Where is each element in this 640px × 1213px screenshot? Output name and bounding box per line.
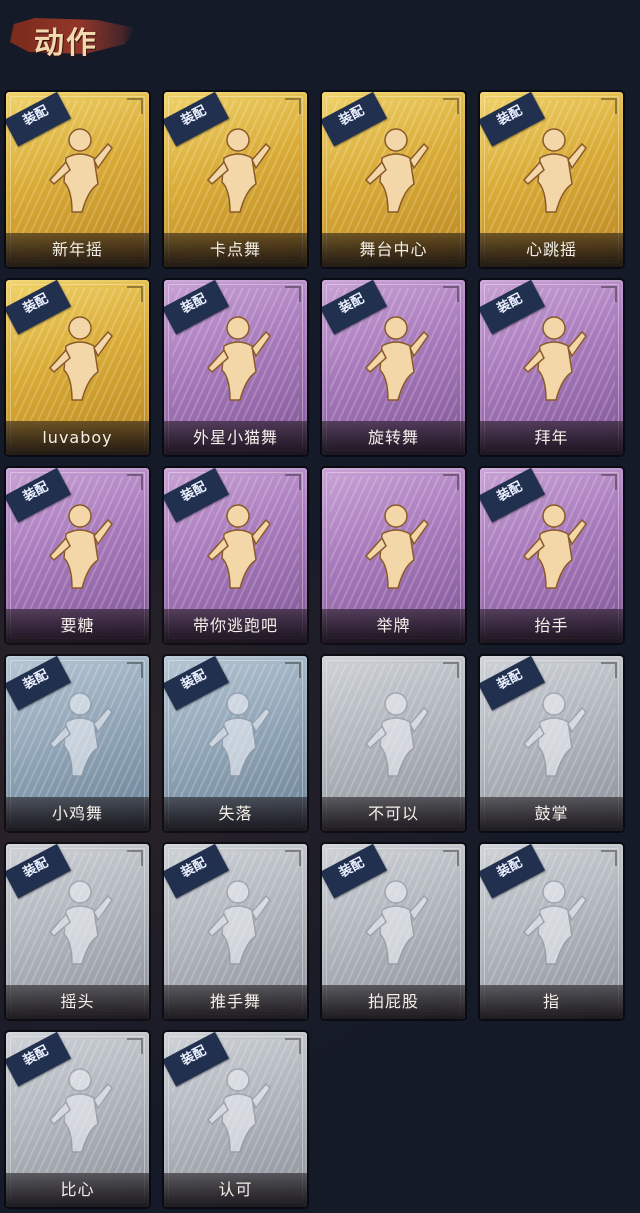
emote-name: 拜年 [480, 421, 623, 455]
emote-name: 带你逃跑吧 [164, 609, 307, 643]
emote-name: 推手舞 [164, 985, 307, 1019]
emote-name: 卡点舞 [164, 233, 307, 267]
corner-ornament-icon [601, 662, 617, 678]
point-finger-icon [516, 872, 588, 972]
emote-name: 心跳摇 [480, 233, 623, 267]
emote-card[interactable]: 失落 装配 [164, 656, 307, 831]
thumbs-up-icon [200, 1060, 272, 1160]
run-away-dance-icon [200, 496, 272, 596]
clap-icon [516, 684, 588, 784]
corner-ornament-icon [285, 662, 301, 678]
emote-card[interactable]: 抬手 装配 [480, 468, 623, 643]
corner-ornament-icon [601, 98, 617, 114]
emote-name: 举牌 [322, 609, 465, 643]
emote-card[interactable]: 卡点舞 装配 [164, 92, 307, 267]
emote-name: 舞台中心 [322, 233, 465, 267]
emote-card[interactable]: 拜年 装配 [480, 280, 623, 455]
dance-figure-icon [42, 120, 114, 220]
emote-card[interactable]: 带你逃跑吧 装配 [164, 468, 307, 643]
emote-card[interactable]: 小鸡舞 装配 [6, 656, 149, 831]
emote-name: 拍屁股 [322, 985, 465, 1019]
corner-ornament-icon [285, 286, 301, 302]
raise-hand-icon [516, 496, 588, 596]
emote-name: 不可以 [322, 797, 465, 831]
corner-ornament-icon [443, 98, 459, 114]
emote-card[interactable]: 举牌 [322, 468, 465, 643]
corner-ornament-icon [601, 286, 617, 302]
crawl-sad-icon [200, 684, 272, 784]
emote-card[interactable]: luvaboy 装配 [6, 280, 149, 455]
emote-card[interactable]: 指装配 [480, 844, 623, 1019]
emote-card[interactable]: 不可以 [322, 656, 465, 831]
corner-ornament-icon [127, 474, 143, 490]
chicken-dance-icon [42, 684, 114, 784]
emote-name: 小鸡舞 [6, 797, 149, 831]
emote-name: 外星小猫舞 [164, 421, 307, 455]
corner-ornament-icon [127, 98, 143, 114]
corner-ornament-icon [127, 850, 143, 866]
corner-ornament-icon [443, 850, 459, 866]
emote-name: 鼓掌 [480, 797, 623, 831]
corner-ornament-icon [285, 850, 301, 866]
pointing-dance-icon [200, 120, 272, 220]
emote-grid: 新年摇 装配 卡点舞 装配 舞台中心 装配 心跳摇 装配 luvaboy 装配 外星小猫舞… [0, 0, 640, 1213]
corner-ornament-icon [127, 1038, 143, 1054]
corner-ornament-icon [127, 662, 143, 678]
finger-wag-icon [358, 684, 430, 784]
emote-name: 指 [480, 985, 623, 1019]
emote-card[interactable]: 比心 装配 [6, 1032, 149, 1207]
emote-card[interactable]: 外星小猫舞 装配 [164, 280, 307, 455]
corner-ornament-icon [601, 474, 617, 490]
ask-candy-icon [42, 496, 114, 596]
corner-ornament-icon [285, 98, 301, 114]
alien-cat-dance-icon [200, 308, 272, 408]
emote-card[interactable]: 认可 装配 [164, 1032, 307, 1207]
emote-name: 抬手 [480, 609, 623, 643]
emote-card[interactable]: 鼓掌 装配 [480, 656, 623, 831]
push-hand-dance-icon [200, 872, 272, 972]
corner-ornament-icon [285, 1038, 301, 1054]
emote-name: 失落 [164, 797, 307, 831]
finger-heart-icon [42, 1060, 114, 1160]
spin-dance-icon [358, 308, 430, 408]
center-stage-icon [358, 120, 430, 220]
shake-head-icon [42, 872, 114, 972]
hold-sign-icon [358, 496, 430, 596]
emote-name: 认可 [164, 1173, 307, 1207]
emote-name: 比心 [6, 1173, 149, 1207]
corner-ornament-icon [443, 286, 459, 302]
corner-ornament-icon [443, 474, 459, 490]
heartbeat-dance-icon [516, 120, 588, 220]
slap-butt-icon [358, 872, 430, 972]
corner-ornament-icon [127, 286, 143, 302]
corner-ornament-icon [443, 662, 459, 678]
emote-card[interactable]: 舞台中心 装配 [322, 92, 465, 267]
corner-ornament-icon [601, 850, 617, 866]
new-year-greeting-icon [516, 308, 588, 408]
corner-ornament-icon [285, 474, 301, 490]
emote-card[interactable]: 要糖 装配 [6, 468, 149, 643]
luvaboy-dance-icon [42, 308, 114, 408]
emote-card[interactable]: 拍屁股 装配 [322, 844, 465, 1019]
emote-name: 旋转舞 [322, 421, 465, 455]
emote-name: 要糖 [6, 609, 149, 643]
emote-name: luvaboy [6, 421, 149, 455]
emote-card[interactable]: 新年摇 装配 [6, 92, 149, 267]
emote-card[interactable]: 摇头 装配 [6, 844, 149, 1019]
emote-name: 新年摇 [6, 233, 149, 267]
emote-card[interactable]: 推手舞 装配 [164, 844, 307, 1019]
emote-card[interactable]: 旋转舞 装配 [322, 280, 465, 455]
emote-name: 摇头 [6, 985, 149, 1019]
emote-card[interactable]: 心跳摇 装配 [480, 92, 623, 267]
